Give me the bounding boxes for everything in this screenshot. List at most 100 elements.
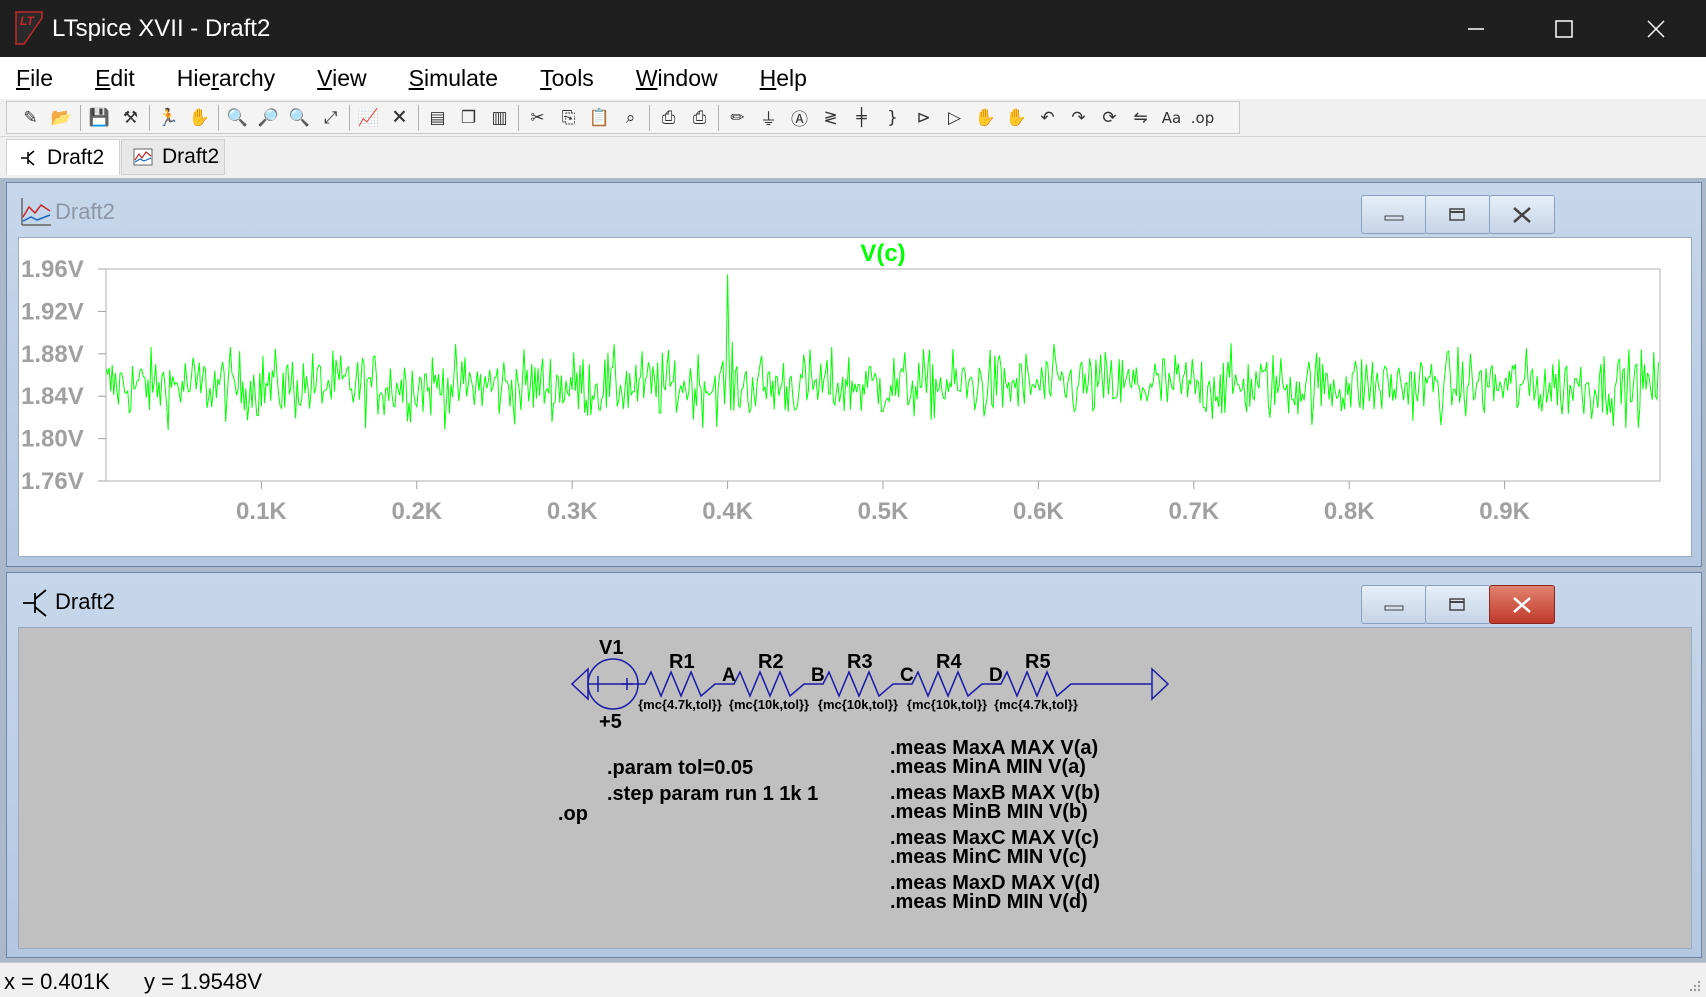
print-button[interactable]: ⎙ (653, 103, 684, 133)
meas-directive[interactable]: .meas MinA MIN V(a) (890, 756, 1086, 778)
toolbar-separator (649, 104, 650, 131)
text-button[interactable]: Aa (1156, 103, 1187, 133)
copy-button[interactable]: ⎘ (553, 103, 584, 133)
tile-vertical-icon: ▥ (491, 107, 508, 128)
zoom-out-button[interactable]: 🔍 (284, 103, 315, 133)
tab-schematic[interactable]: Draft2 (6, 139, 120, 175)
plot-restore-button[interactable] (1425, 195, 1491, 234)
component-button[interactable]: ▷ (939, 103, 970, 133)
close-button[interactable] (1616, 0, 1696, 57)
run-button[interactable]: 🏃 (153, 103, 184, 133)
menu-simulate[interactable]: Simulate (398, 63, 503, 94)
delete-plot-button[interactable]: 🗙 (384, 103, 415, 133)
zoom-fit-button[interactable]: ⤢ (315, 103, 346, 133)
meas-directive[interactable]: .meas MinB MIN V(b) (890, 801, 1088, 823)
resize-grip-icon[interactable] (1686, 977, 1702, 993)
spice-directive-button[interactable]: .op (1187, 103, 1218, 133)
menu-bar: File Edit Hierarchy View Simulate Tools Window… (0, 57, 1706, 99)
rotate-button[interactable]: ⟳ (1094, 103, 1125, 133)
op-directive[interactable]: .op (558, 803, 588, 825)
schematic-minimize-button[interactable] (1361, 585, 1427, 624)
window-title: LTspice XVII - Draft2 (52, 15, 271, 42)
net-label[interactable]: A (722, 665, 736, 686)
param-directive[interactable]: .param tol=0.05 (607, 757, 753, 779)
net-label[interactable]: D (989, 665, 1003, 686)
resistor-name[interactable]: R3 (847, 651, 873, 673)
resistor-value[interactable]: {mc{4.7k,tol}} (994, 697, 1078, 712)
cascade-button[interactable]: ❐ (453, 103, 484, 133)
menu-edit[interactable]: Edit (84, 63, 139, 94)
ground-button[interactable]: ⏚ (753, 103, 784, 133)
plot-window-titlebar[interactable]: Draft2 (7, 183, 1701, 237)
save-button[interactable]: 💾 (84, 103, 115, 133)
schematic-canvas[interactable]: V1 +5 R1 {mc{4.7k,tol}} R2 {mc{10k,tol}} R3 {… (18, 627, 1692, 949)
net-label[interactable]: C (900, 665, 914, 686)
step-directive[interactable]: .step param run 1 1k 1 (607, 783, 818, 805)
menu-file[interactable]: File (5, 63, 57, 94)
print-preview-button[interactable]: ⎙ (684, 103, 715, 133)
open-button[interactable]: 📂 (46, 103, 77, 133)
trace-label[interactable]: V(c) (860, 240, 905, 267)
menu-hierarchy[interactable]: Hierarchy (166, 63, 279, 94)
halt-button[interactable]: ✋ (184, 103, 215, 133)
meas-directive[interactable]: .meas MinC MIN V(c) (890, 846, 1087, 868)
menu-help[interactable]: Help (749, 63, 811, 94)
zoom-in-button[interactable]: 🔍 (222, 103, 253, 133)
cut-button[interactable]: ✂ (522, 103, 553, 133)
schematic-restore-button[interactable] (1425, 585, 1491, 624)
plot-minimize-button[interactable] (1361, 195, 1427, 234)
tile-vertical-button[interactable]: ▥ (484, 103, 515, 133)
x-tick-label: 0.2K (391, 498, 442, 525)
inductor-button[interactable]: } (877, 103, 908, 133)
minimize-button[interactable] (1436, 0, 1516, 57)
zoom-fit-icon: ⤢ (323, 107, 338, 128)
schematic-window-titlebar[interactable]: Draft2 (7, 573, 1701, 627)
x-tick-label: 0.6K (1013, 498, 1064, 525)
resistor-name[interactable]: R4 (936, 651, 962, 673)
move-button[interactable]: ✋ (970, 103, 1001, 133)
mirror-button[interactable]: ⇋ (1125, 103, 1156, 133)
schematic-drawing[interactable]: V1 +5 R1 {mc{4.7k,tol}} R2 {mc{10k,tol}} R3 {… (19, 628, 1691, 948)
undo-icon: ↶ (1040, 107, 1055, 128)
resistor-value[interactable]: {mc{10k,tol}} (907, 697, 987, 712)
plot-close-button[interactable] (1489, 195, 1555, 234)
capacitor-button[interactable]: ╪ (846, 103, 877, 133)
menu-window[interactable]: Window (625, 63, 722, 94)
trace-vc[interactable] (105, 274, 1659, 431)
resistor-name[interactable]: R1 (669, 651, 695, 673)
waveform-plot[interactable]: V(c) 1.96V 1.92V 1.88V 1.84V 1.80V 1.76V 0.1K 0.… (18, 237, 1692, 557)
resistor-name[interactable]: R5 (1025, 651, 1051, 673)
open-icon: 📂 (50, 107, 73, 128)
waveform-chart[interactable]: V(c) 1.96V 1.92V 1.88V 1.84V 1.80V 1.76V 0.1K 0.… (19, 238, 1691, 556)
meas-directive[interactable]: .meas MinD MIN V(d) (890, 891, 1088, 913)
find-button[interactable]: ⌕ (615, 103, 646, 133)
resistor-button[interactable]: ≷ (815, 103, 846, 133)
maximize-button[interactable] (1524, 0, 1604, 57)
y-tick-label: 1.96V (21, 256, 84, 283)
menu-tools[interactable]: Tools (529, 63, 598, 94)
schematic-close-button[interactable] (1489, 585, 1555, 624)
diode-button[interactable]: ⊳ (908, 103, 939, 133)
new-schematic-button[interactable]: ✎ (15, 103, 46, 133)
menu-view[interactable]: View (306, 63, 370, 94)
title-bar: LT LTspice XVII - Draft2 (0, 0, 1706, 57)
control-panel-button[interactable]: ⚒ (115, 103, 146, 133)
drag-button[interactable]: ✋ (1001, 103, 1032, 133)
undo-button[interactable]: ↶ (1032, 103, 1063, 133)
zoom-out-icon: 🔍 (288, 107, 311, 128)
resistor-value[interactable]: {mc{10k,tol}} (729, 697, 809, 712)
wire-button[interactable]: ✏ (722, 103, 753, 133)
redo-button[interactable]: ↷ (1063, 103, 1094, 133)
schematic-window-title: Draft2 (55, 589, 115, 614)
resistor-value[interactable]: {mc{10k,tol}} (818, 697, 898, 712)
autorange-button[interactable]: 📈 (353, 103, 384, 133)
resistor-value[interactable]: {mc{4.7k,tol}} (638, 697, 722, 712)
tab-waveform[interactable]: Draft2 (121, 139, 225, 175)
net-label[interactable]: B (811, 665, 825, 686)
label-net-button[interactable]: Ⓐ (784, 103, 815, 133)
tile-horizontal-button[interactable]: ▤ (422, 103, 453, 133)
zoom-area-button[interactable]: 🔎 (253, 103, 284, 133)
paste-button[interactable]: 📋 (584, 103, 615, 133)
resistor-icon: ≷ (823, 107, 838, 128)
resistor-name[interactable]: R2 (758, 651, 784, 673)
